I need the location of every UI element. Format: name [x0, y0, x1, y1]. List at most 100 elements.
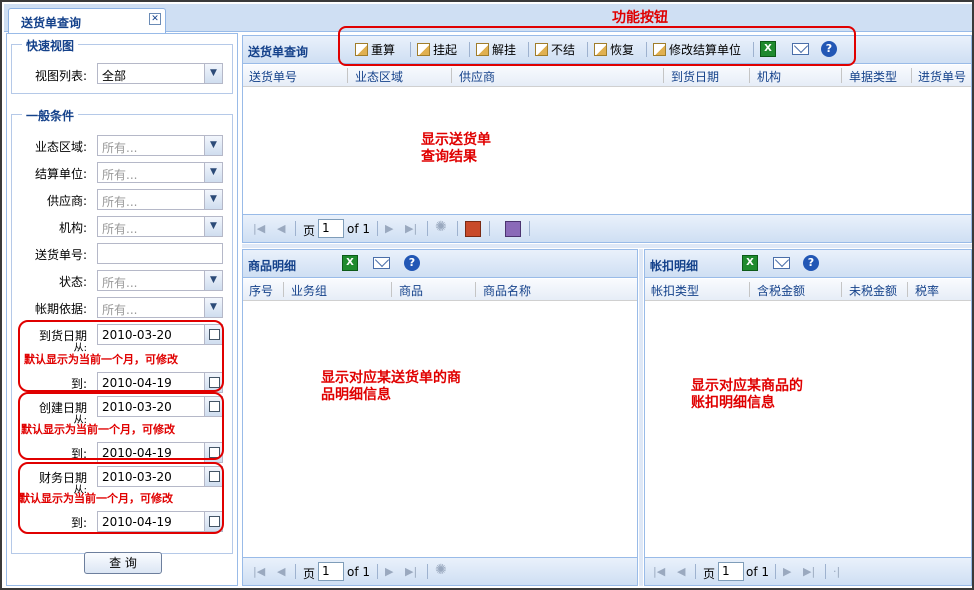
column-separator — [907, 282, 908, 297]
column-separator — [391, 282, 392, 297]
first-page-icon[interactable]: |◀ — [253, 565, 265, 578]
refresh-icon[interactable]: ✺ — [435, 562, 447, 578]
delivery-pager: |◀ ◀ 页 1 of 1 ▶ ▶| ✺ — [243, 214, 971, 242]
next-page-icon[interactable]: ▶ — [385, 222, 393, 235]
page-total: of 1 — [347, 222, 371, 236]
col-tax-excl[interactable]: 未税金额 — [849, 282, 897, 299]
column-separator — [841, 68, 842, 83]
chevron-down-icon[interactable]: ▼ — [204, 271, 222, 290]
org-select[interactable]: 所有... ▼ — [97, 216, 223, 237]
status-label: 状态: — [58, 275, 87, 289]
page-input[interactable]: 1 — [318, 562, 344, 581]
col-doc-type[interactable]: 单据类型 — [849, 68, 897, 85]
chevron-down-icon[interactable]: ▼ — [204, 163, 222, 182]
business-area-select[interactable]: 所有... ▼ — [97, 135, 223, 156]
col-org[interactable]: 机构 — [757, 68, 781, 85]
page-total: of 1 — [347, 565, 371, 579]
report-icon[interactable] — [465, 221, 481, 237]
col-tax-incl[interactable]: 含税金额 — [757, 282, 805, 299]
pager-separator — [529, 221, 530, 236]
annotation-note-created: 默认显示为当前一个月，可修改 — [21, 423, 175, 436]
col-purchase-no[interactable]: 进货单号 — [918, 68, 966, 85]
deduct-detail-note: 显示对应某商品的 账扣明细信息 — [691, 378, 803, 412]
prev-page-icon[interactable]: ◀ — [677, 565, 685, 578]
page-label: 页 — [303, 567, 316, 581]
deduct-detail-header: 帐扣明细 X ? — [645, 250, 971, 278]
vertical-splitter[interactable] — [639, 249, 643, 586]
chevron-down-icon[interactable]: ▼ — [204, 136, 222, 155]
col-tax-rate[interactable]: 税率 — [915, 282, 939, 299]
col-seq[interactable]: 序号 — [249, 282, 273, 299]
refresh-icon[interactable]: ·| — [833, 565, 840, 578]
prev-page-icon[interactable]: ◀ — [277, 565, 285, 578]
col-business-group[interactable]: 业务组 — [291, 282, 327, 299]
view-list-value: 全部 — [102, 69, 127, 83]
settle-unit-select[interactable]: 所有... ▼ — [97, 162, 223, 183]
pager-separator — [775, 564, 776, 579]
horizontal-splitter[interactable] — [242, 244, 972, 248]
status-select[interactable]: 所有... ▼ — [97, 270, 223, 291]
close-icon[interactable]: ✕ — [149, 13, 161, 25]
general-legend: 一般条件 — [22, 107, 79, 124]
tab-delivery-query[interactable]: 送货单查询 ✕ — [8, 8, 166, 33]
chevron-down-icon[interactable]: ▼ — [204, 64, 222, 83]
account-basis-label: 帐期依据: — [34, 302, 87, 316]
mail-icon[interactable] — [373, 257, 390, 269]
pager-separator — [695, 564, 696, 579]
pager-separator — [377, 221, 378, 236]
pager-separator — [295, 221, 296, 236]
chevron-down-icon[interactable]: ▼ — [204, 190, 222, 209]
delivery-result-panel: 送货单查询 重算 挂起 解挂 不结 恢复 修改结算单位 X ? 送货单号 业态区… — [242, 35, 972, 243]
func-buttons-box — [338, 26, 856, 66]
query-button[interactable]: 查 询 — [84, 552, 162, 574]
func-buttons-annotation: 功能按钮 — [612, 10, 668, 26]
prev-page-icon[interactable]: ◀ — [277, 222, 285, 235]
goods-column-header: 序号 业务组 商品 商品名称 — [243, 279, 637, 301]
delivery-result-title: 送货单查询 — [248, 45, 309, 59]
quick-view-group: 快速视图 视图列表: 全部 ▼ — [11, 37, 233, 94]
column-separator — [475, 282, 476, 297]
goods-pager: |◀ ◀ 页 1 of 1 ▶ ▶| ✺ — [243, 557, 637, 585]
excel-icon[interactable]: X — [342, 255, 358, 271]
supplier-select[interactable]: 所有... ▼ — [97, 189, 223, 210]
goods-detail-title: 商品明细 — [248, 259, 297, 273]
org-value: 所有... — [102, 222, 138, 236]
first-page-icon[interactable]: |◀ — [253, 222, 265, 235]
help-icon[interactable]: ? — [404, 255, 420, 271]
next-page-icon[interactable]: ▶ — [783, 565, 791, 578]
col-goods-name[interactable]: 商品名称 — [483, 282, 531, 299]
note-line: 显示对应某送货单的商 — [321, 370, 461, 386]
col-supplier[interactable]: 供应商 — [459, 68, 495, 85]
next-page-icon[interactable]: ▶ — [385, 565, 393, 578]
last-page-icon[interactable]: ▶| — [405, 565, 417, 578]
pager-separator — [427, 564, 428, 579]
col-deduct-type[interactable]: 帐扣类型 — [651, 282, 699, 299]
pager-separator — [377, 564, 378, 579]
business-area-label: 业态区域: — [34, 140, 87, 154]
last-page-icon[interactable]: ▶| — [405, 222, 417, 235]
col-arrival-date[interactable]: 到货日期 — [671, 68, 719, 85]
help-icon[interactable]: ? — [803, 255, 819, 271]
supplier-value: 所有... — [102, 195, 138, 209]
mail-icon[interactable] — [773, 257, 790, 269]
delivery-column-header: 送货单号 业态区域 供应商 到货日期 机构 单据类型 进货单号 — [243, 65, 971, 87]
last-page-icon[interactable]: ▶| — [803, 565, 815, 578]
col-delivery-no[interactable]: 送货单号 — [249, 68, 297, 85]
deduct-detail-title: 帐扣明细 — [650, 259, 699, 273]
col-business-area[interactable]: 业态区域 — [355, 68, 403, 85]
checklist-icon[interactable] — [505, 221, 521, 237]
delivery-no-input[interactable] — [97, 243, 223, 264]
account-basis-select[interactable]: 所有... ▼ — [97, 297, 223, 318]
column-separator — [283, 282, 284, 297]
page-input[interactable]: 1 — [718, 562, 744, 581]
excel-icon[interactable]: X — [742, 255, 758, 271]
col-goods[interactable]: 商品 — [399, 282, 423, 299]
column-separator — [451, 68, 452, 83]
pager-separator — [825, 564, 826, 579]
chevron-down-icon[interactable]: ▼ — [204, 217, 222, 236]
first-page-icon[interactable]: |◀ — [653, 565, 665, 578]
refresh-icon[interactable]: ✺ — [435, 219, 447, 235]
view-list-select[interactable]: 全部 ▼ — [97, 63, 223, 84]
chevron-down-icon[interactable]: ▼ — [204, 298, 222, 317]
page-input[interactable]: 1 — [318, 219, 344, 238]
